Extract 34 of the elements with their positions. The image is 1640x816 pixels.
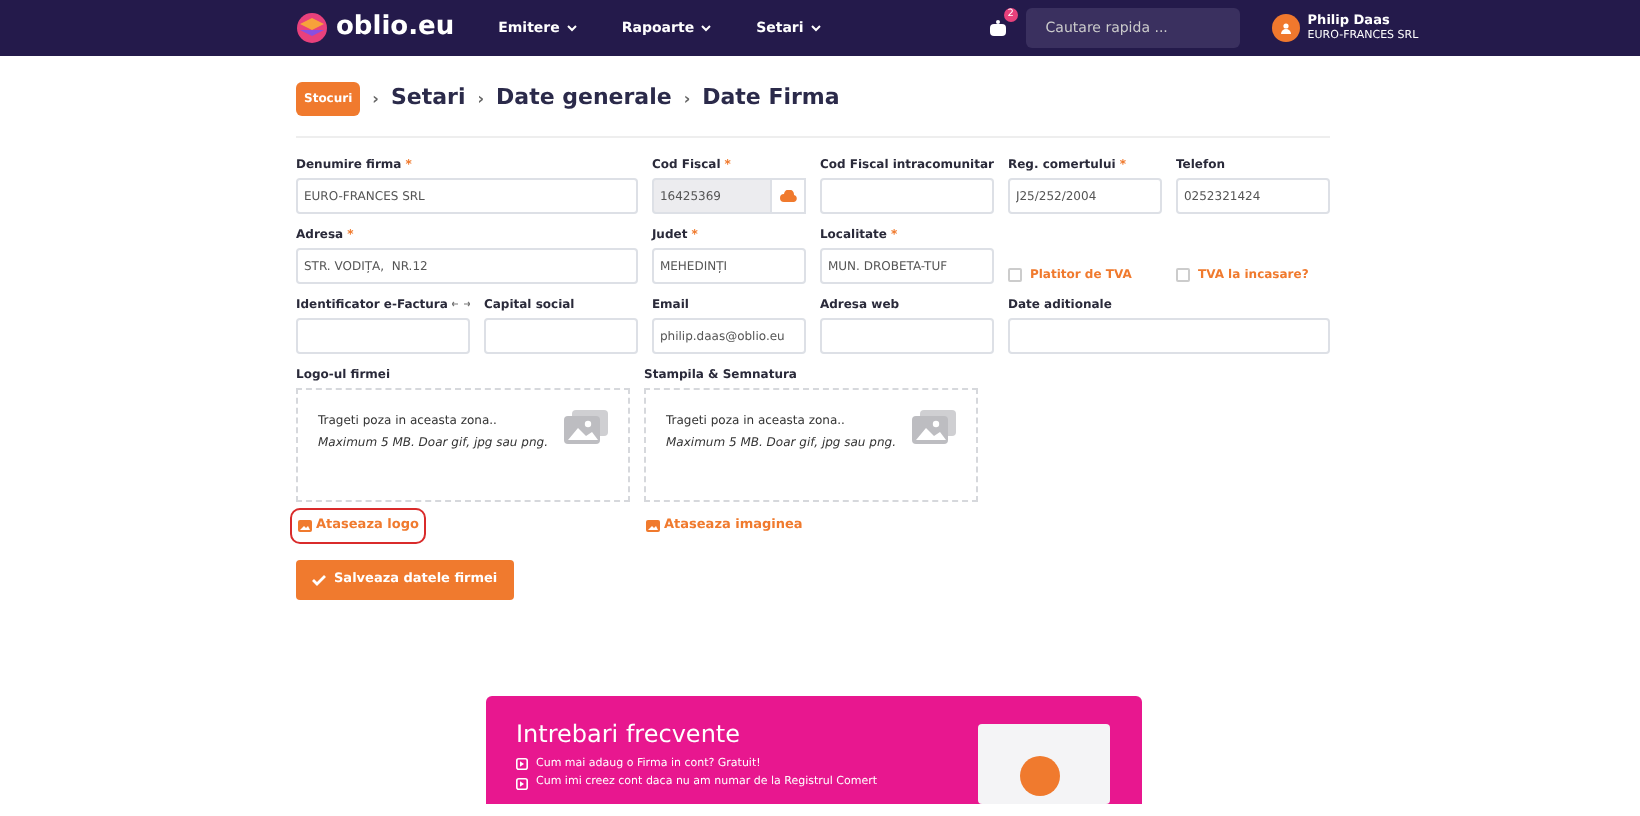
input-field[interactable]: [819, 178, 994, 214]
cloud-button[interactable]: [772, 178, 806, 214]
breadcrumb-item[interactable]: Date Firma: [702, 82, 840, 116]
images-icon: [912, 410, 956, 444]
breadcrumb-separator: ›: [372, 87, 379, 111]
avatar[interactable]: [1271, 14, 1300, 42]
breadcrumb-separator: ›: [683, 87, 691, 111]
user-icon: [1279, 22, 1292, 34]
check-icon: [312, 573, 326, 586]
play-square-icon: [516, 758, 528, 771]
image-icon: [646, 519, 660, 532]
logo-icon: [296, 12, 328, 44]
input-field[interactable]: [296, 318, 470, 354]
video-thumbnail[interactable]: [978, 723, 1110, 803]
image-icon: [298, 519, 312, 532]
cloud-icon: [779, 190, 798, 202]
caret-icon: [565, 24, 578, 32]
checkbox[interactable]: [1007, 268, 1022, 282]
play-icon: [1020, 755, 1060, 795]
breadcrumb-separator: ›: [477, 87, 485, 111]
play-square-icon: [516, 777, 528, 790]
breadcrumb-item[interactable]: Setari: [390, 82, 466, 116]
caret-icon: [809, 24, 822, 32]
arrows-icon: [451, 300, 470, 308]
images-icon: [564, 410, 608, 444]
caret-icon: [700, 24, 713, 32]
breadcrumb-item[interactable]: Date generale: [496, 82, 672, 116]
input-field[interactable]: [483, 318, 638, 354]
checkbox[interactable]: [1175, 268, 1190, 282]
faq-title: Intrebari frecvente: [516, 719, 741, 748]
robot-icon[interactable]: [985, 16, 1010, 40]
input-field[interactable]: [819, 318, 994, 354]
logo-text[interactable]: oblio.eu: [336, 8, 455, 48]
input-field[interactable]: [1007, 318, 1330, 354]
